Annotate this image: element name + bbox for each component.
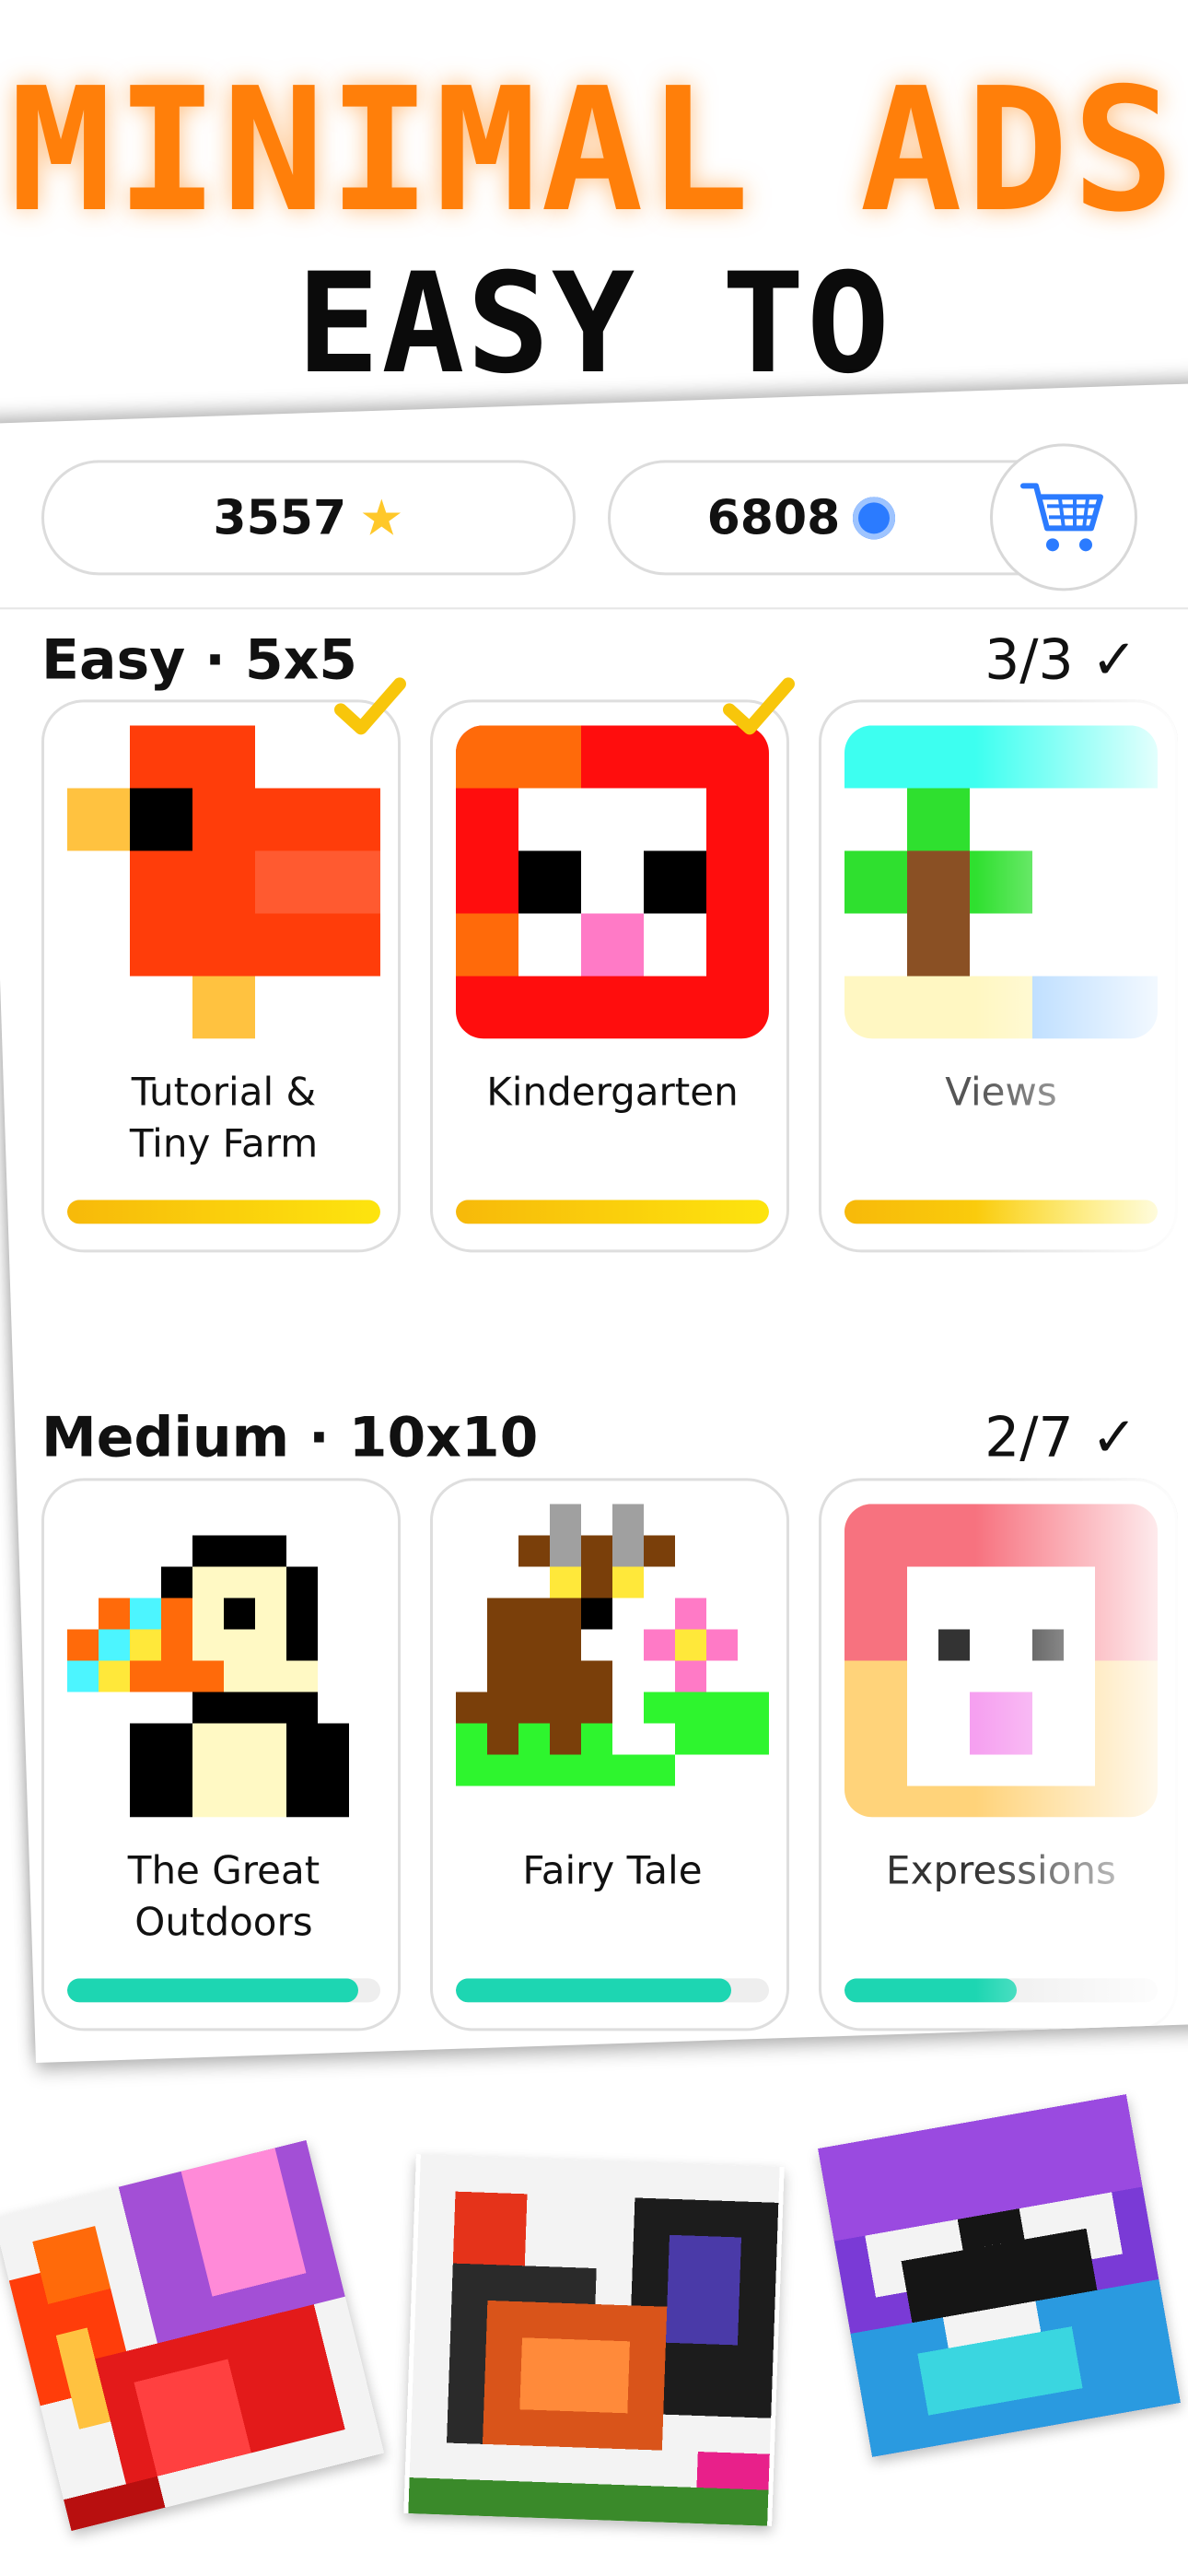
pack-art-puffin bbox=[66, 1504, 380, 1818]
section-count-easy: 3/3 ✓ bbox=[984, 627, 1137, 693]
stars-count: 3557 bbox=[213, 489, 347, 545]
pack-card-the-great-outdoors[interactable]: The Great Outdoors bbox=[41, 1478, 401, 2032]
pack-label: Views bbox=[945, 1069, 1057, 1115]
shopping-cart-icon bbox=[1019, 483, 1103, 552]
headline-minimal-ads: MINIMAL ADS bbox=[9, 51, 1179, 250]
pack-card-views[interactable]: Views bbox=[818, 699, 1178, 1253]
progress-fill bbox=[455, 1978, 732, 2003]
pack-label: Expressions bbox=[886, 1847, 1116, 1893]
progress-fill bbox=[455, 1200, 769, 1224]
checkmark-icon bbox=[333, 677, 406, 735]
progress-fill bbox=[66, 1200, 380, 1224]
section-title-easy: Easy · 5x5 bbox=[41, 627, 358, 693]
pack-progress-bar bbox=[844, 1978, 1158, 2003]
progress-fill bbox=[844, 1200, 1158, 1224]
coin-icon bbox=[853, 496, 896, 539]
star-icon: ★ bbox=[359, 488, 404, 547]
pack-progress-bar bbox=[66, 1978, 380, 2003]
pack-art-cardinal bbox=[66, 725, 380, 1039]
progress-fill bbox=[844, 1978, 1017, 2003]
section-title-medium: Medium · 10x10 bbox=[41, 1405, 539, 1470]
pack-progress-bar bbox=[66, 1200, 380, 1224]
checkmark-icon bbox=[722, 677, 795, 735]
progress-fill bbox=[66, 1978, 359, 2003]
pack-card-kindergarten[interactable]: Kindergarten bbox=[429, 677, 795, 1253]
pack-label: The Great Outdoors bbox=[127, 1847, 320, 1945]
pack-progress-bar bbox=[455, 1200, 769, 1224]
pack-label: Kindergarten bbox=[486, 1069, 739, 1115]
coins-count: 6808 bbox=[706, 489, 841, 545]
pack-progress-bar bbox=[455, 1978, 769, 2003]
pack-art-goat bbox=[455, 1504, 769, 1818]
app-screenshot-panel: 3557 ★ 6808 Easy · 5x5 3/3 ✓ Tutorial & … bbox=[0, 382, 1188, 2064]
pack-progress-bar bbox=[844, 1200, 1158, 1224]
shop-cart-button[interactable] bbox=[989, 443, 1137, 591]
pack-card-tutorial-tiny-farm[interactable]: Tutorial & Tiny Farm bbox=[41, 677, 406, 1253]
pack-art-face bbox=[844, 1504, 1158, 1818]
pack-card-fairy-tale[interactable]: Fairy Tale bbox=[429, 1478, 789, 2032]
promo-puzzle-rooster bbox=[403, 2154, 784, 2526]
promo-puzzle-bat bbox=[818, 2094, 1181, 2457]
pack-label: Tutorial & Tiny Farm bbox=[129, 1069, 319, 1166]
promo-puzzle-dragon bbox=[0, 2139, 385, 2532]
pack-art-tree bbox=[844, 725, 1158, 1039]
stars-balance-pill[interactable]: 3557 ★ bbox=[41, 460, 576, 576]
pack-label: Fairy Tale bbox=[522, 1847, 703, 1893]
pack-art-panda bbox=[455, 725, 769, 1039]
header-divider bbox=[0, 607, 1188, 610]
pack-card-expressions[interactable]: Expressions bbox=[818, 1478, 1178, 2032]
section-count-medium: 2/7 ✓ bbox=[984, 1405, 1137, 1470]
